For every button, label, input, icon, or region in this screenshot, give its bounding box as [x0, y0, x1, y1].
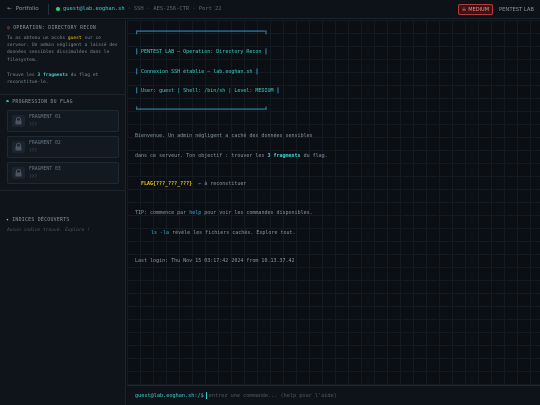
- banner-row: ║ Connexion SSH établie — lab.eoghan.sh …: [135, 69, 259, 75]
- tip-post: pour voir les commandes disponibles.: [201, 210, 313, 216]
- connection-user: guest@lab.eoghan.sh: [63, 6, 125, 12]
- terminal-line: Bienvenue. Un admin négligent a caché de…: [135, 133, 313, 139]
- fragment-name: FRAGMENT 01: [29, 115, 61, 120]
- connection-info: SSH · AES-256-CTR · Port 22: [133, 6, 222, 12]
- difficulty-badge: ☠ MEDIUM: [457, 4, 494, 15]
- flag-suffix: ← à reconstituer: [198, 181, 247, 187]
- top-bar: ← Portfolio guest@lab.eoghan.sh · SSH · …: [0, 0, 540, 19]
- ls-cmd: ls -la: [151, 230, 170, 236]
- last-login-line: Last login: Thu Nov 15 03:17:42 2024 fro…: [135, 258, 295, 264]
- banner-row: ║ User: guest | Shell: /bin/sh | Level: …: [135, 88, 280, 94]
- terminal-line: TIP: commence par help pour voir les com…: [135, 210, 313, 216]
- flag-template: FLAG{???_???_???}: [141, 181, 193, 187]
- sidebar-divider: [0, 190, 126, 191]
- clues-title-text: INDICES DÉCOUVERTS: [12, 218, 70, 223]
- lab-label: PENTEST LAB: [499, 6, 534, 13]
- mission-description: Tu as obtenu un accès guest sur ce serve…: [7, 35, 119, 64]
- terminal-output: ╔═══════════════════════════════════════…: [127, 20, 540, 385]
- divider: [48, 3, 49, 15]
- mission-line1-hl: guest: [67, 36, 82, 41]
- mission-title: ◎ OPERATION: DIRECTORY RECON: [7, 26, 96, 31]
- banner-line3: User: guest | Shell: /bin/sh | Level: ME…: [141, 88, 274, 94]
- skull-icon: ☠: [461, 6, 467, 13]
- clues-title: ✦ INDICES DÉCOUVERTS: [6, 218, 70, 223]
- objective-line2: reconstitue-le.: [7, 80, 49, 86]
- fragment-card: FRAGMENT 03 ???: [7, 162, 119, 184]
- difficulty-label: MEDIUM: [468, 6, 490, 13]
- command-bar: guest@lab.eoghan.sh:/$: [127, 385, 540, 405]
- target-icon: ◎: [7, 26, 11, 31]
- online-dot-icon: [56, 7, 60, 11]
- fragment-name: FRAGMENT 02: [29, 141, 61, 146]
- sidebar-divider: [0, 94, 126, 95]
- sidebar: ◎ OPERATION: DIRECTORY RECON Tu as obten…: [0, 20, 126, 405]
- mission-line2: serveur. Un admin négligent a laissé des: [7, 43, 118, 49]
- terminal-line: dans ce serveur. Ton objectif : trouver …: [135, 153, 328, 159]
- connection-status: guest@lab.eoghan.sh · SSH · AES-256-CTR …: [56, 6, 222, 12]
- back-link[interactable]: ← Portfolio: [0, 6, 48, 12]
- welcome-banner: ╔═══════════════════════════════════════…: [135, 29, 320, 113]
- mission-line3: données sensibles dissimulées dans le: [7, 50, 110, 56]
- progress-title: ⚑ PROGRESSION DU FLAG: [6, 100, 73, 105]
- terminal-line: FLAG{???_???_???} ← à reconstituer: [141, 181, 246, 187]
- lock-icon: [12, 141, 25, 153]
- mission-line1-post: sur ce: [81, 36, 102, 41]
- banner-line1: PENTEST LAB — Operation: Directory Recon: [141, 49, 262, 55]
- connection-info-separator: ·: [127, 6, 131, 12]
- welcome2-post: du flag.: [300, 153, 328, 159]
- fragment-name: FRAGMENT 03: [29, 167, 61, 172]
- lock-icon: [12, 115, 25, 127]
- banner-bottom: ╚═══════════════════════════════════════…: [135, 107, 268, 113]
- ls-desc: révèle les fichiers cachés. Explore tout…: [169, 230, 296, 236]
- flag-icon: ⚑: [6, 100, 10, 105]
- welcome2-pre: dans ce serveur. Ton objectif : trouver …: [135, 153, 268, 159]
- objective-post: du flag et: [67, 73, 99, 78]
- banner-line2: Connexion SSH établie — lab.eoghan.sh: [141, 69, 253, 75]
- mission-line4: filesystem.: [7, 57, 38, 63]
- lightbulb-icon: ✦: [6, 218, 10, 223]
- fragment-card: FRAGMENT 02 ???: [7, 136, 119, 158]
- tip-pre: TIP: commence par: [135, 210, 190, 216]
- back-link-label: Portfolio: [15, 6, 39, 12]
- objective-pre: Trouve les: [7, 73, 38, 78]
- mission-objective: Trouve les 3 fragments du flag et recons…: [7, 72, 119, 86]
- terminal-line: ls -la révèle les fichiers cachés. Explo…: [151, 230, 296, 236]
- tip-cmd: help: [189, 210, 202, 216]
- mission-line1-pre: Tu as obtenu un accès: [7, 36, 68, 41]
- command-input[interactable]: [208, 392, 509, 399]
- clues-empty-text: Aucun indice trouvé. Explore !: [7, 228, 90, 233]
- cursor: [205, 392, 207, 399]
- objective-hl: 3 fragments: [37, 73, 68, 78]
- fragment-card: FRAGMENT 01 ???: [7, 110, 119, 132]
- banner-row: ║ PENTEST LAB — Operation: Directory Rec…: [135, 49, 268, 55]
- fragment-value: ???: [29, 175, 37, 180]
- banner-top: ╔═══════════════════════════════════════…: [135, 29, 268, 35]
- arrow-left-icon: ←: [7, 6, 12, 12]
- progress-title-text: PROGRESSION DU FLAG: [12, 100, 73, 105]
- fragment-value: ???: [29, 149, 37, 154]
- fragment-value: ???: [29, 123, 37, 128]
- lock-icon: [12, 167, 25, 179]
- mission-title-text: OPERATION: DIRECTORY RECON: [13, 26, 97, 31]
- welcome2-hl: 3 fragments: [267, 153, 301, 159]
- shell-prompt: guest@lab.eoghan.sh:/$: [135, 392, 204, 399]
